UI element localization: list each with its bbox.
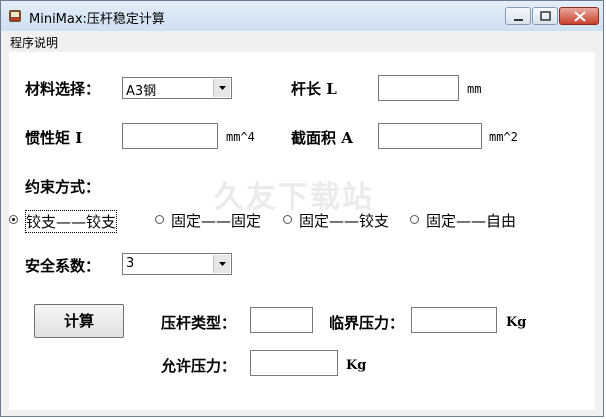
inertia-label: 惯性矩 I: [25, 129, 83, 147]
radio-selected-indicator: [9, 215, 18, 224]
inertia-unit: mm^4: [226, 130, 255, 144]
material-value: A3钢: [126, 84, 157, 99]
critical-label: 临界压力：: [329, 314, 405, 332]
critical-output[interactable]: [411, 307, 497, 333]
length-label: 杆长 L: [291, 80, 337, 98]
area-unit: mm^2: [489, 130, 518, 144]
minimize-button[interactable]: [505, 7, 531, 25]
safety-select[interactable]: 3: [122, 253, 232, 275]
safety-label: 安全系数：: [25, 257, 101, 275]
minimize-icon: [514, 19, 523, 21]
type-label: 压杆类型：: [161, 314, 237, 332]
close-icon: [574, 11, 586, 22]
menu-bar: 程序说明: [1, 31, 603, 51]
app-icon: [9, 10, 21, 22]
material-dropdown-button[interactable]: [213, 79, 230, 97]
chevron-down-icon: [219, 262, 226, 266]
type-output[interactable]: [250, 307, 313, 333]
length-input[interactable]: [378, 75, 459, 101]
inertia-input[interactable]: [122, 123, 218, 149]
length-unit: mm: [467, 82, 482, 96]
safety-value: 3: [126, 256, 135, 271]
safety-dropdown-button[interactable]: [213, 255, 230, 273]
radio-indicator: [410, 215, 419, 224]
radio-label: 固定——铰支: [299, 212, 390, 230]
radio-indicator: [283, 215, 292, 224]
constraint-label: 约束方式：: [25, 178, 101, 196]
maximize-icon: [540, 11, 551, 21]
area-input[interactable]: [378, 123, 482, 149]
window-title: MiniMax:压杆稳定计算: [29, 12, 165, 27]
critical-unit: Kg: [506, 315, 527, 330]
radio-label: 固定——固定: [171, 212, 262, 230]
maximize-button[interactable]: [532, 7, 558, 25]
allowed-unit: Kg: [346, 358, 367, 373]
radio-label: 铰支——铰支: [25, 210, 118, 233]
material-label: 材料选择：: [25, 80, 101, 98]
chevron-down-icon: [219, 86, 226, 90]
menu-item-help[interactable]: 程序说明: [10, 34, 58, 51]
form-area: 久友下载站 材料选择： A3钢 杆长 L mm 惯性矩 I mm^4 截面积 A…: [9, 52, 595, 410]
allowed-output[interactable]: [250, 350, 338, 376]
material-select[interactable]: A3钢: [122, 77, 232, 99]
app-window: MiniMax:压杆稳定计算 程序说明 久友下载站 材料选择： A3钢 杆长 L…: [0, 0, 604, 417]
radio-indicator: [155, 215, 164, 224]
area-label: 截面积 A: [291, 129, 353, 147]
allowed-label: 允许压力：: [161, 357, 237, 375]
close-button[interactable]: [559, 7, 599, 25]
radio-label: 固定——自由: [426, 212, 517, 230]
title-bar: MiniMax:压杆稳定计算: [1, 1, 603, 31]
calculate-button[interactable]: 计算: [34, 304, 124, 338]
